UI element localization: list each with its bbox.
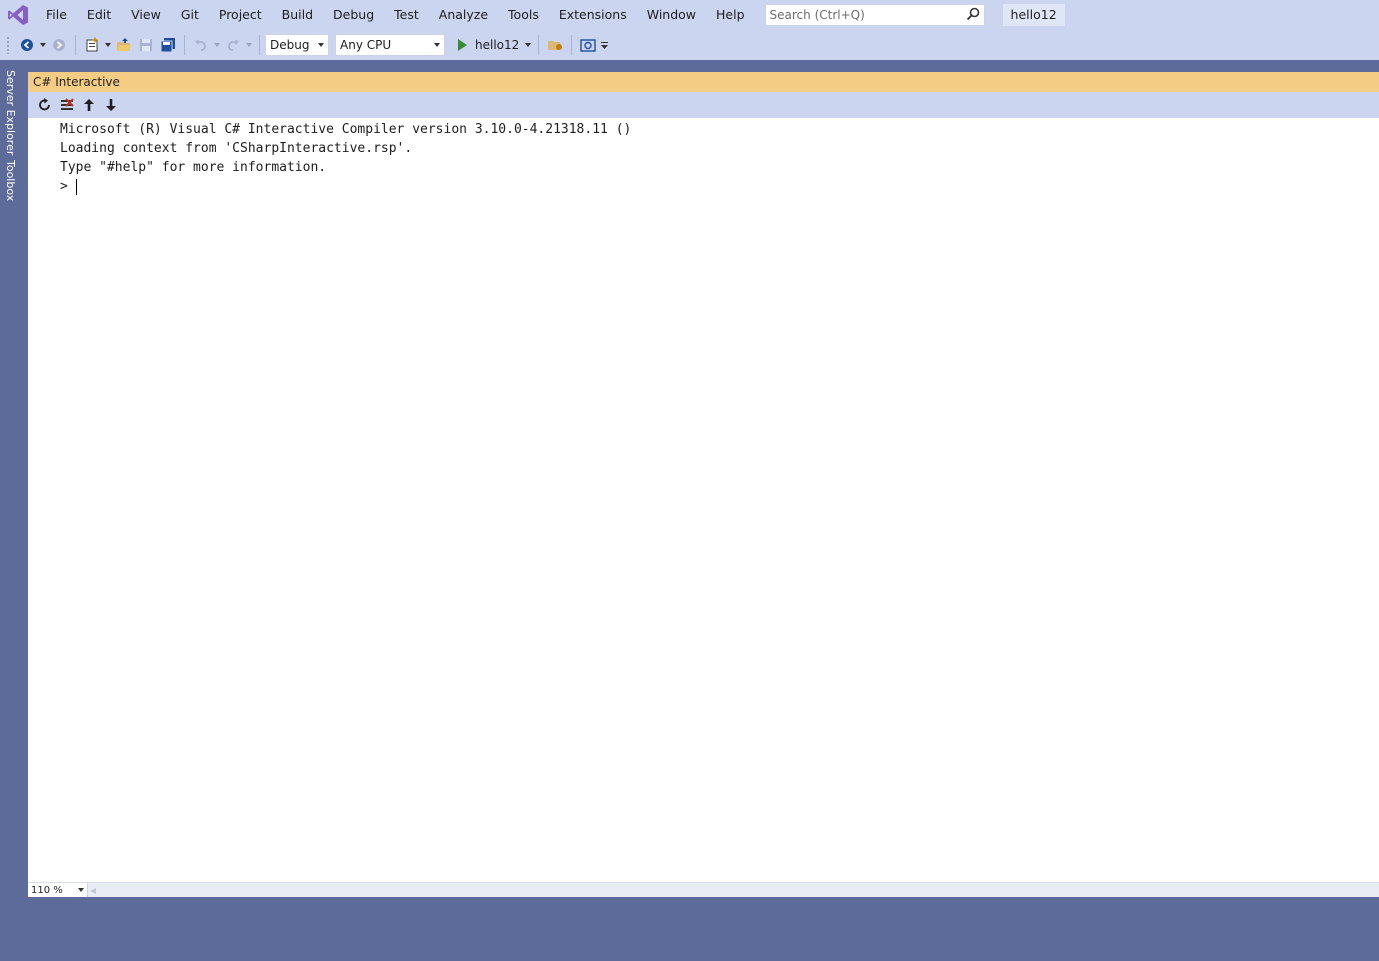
- toolbar-separator: [571, 35, 573, 55]
- solution-platforms-dropdown[interactable]: Any CPU: [335, 34, 445, 56]
- save-all-icon[interactable]: [157, 34, 179, 56]
- search-box[interactable]: [764, 4, 985, 26]
- frame-strip: [0, 60, 1379, 68]
- menu-extensions[interactable]: Extensions: [549, 4, 637, 26]
- search-icon[interactable]: [966, 7, 980, 24]
- start-debugging-button[interactable]: hello12: [451, 34, 523, 56]
- navigate-forward-icon[interactable]: [48, 34, 70, 56]
- reset-icon[interactable]: [34, 94, 56, 116]
- chevron-down-icon[interactable]: [523, 34, 533, 56]
- server-explorer-tab[interactable]: Server Explorer: [4, 70, 17, 155]
- output-line: Microsoft (R) Visual C# Interactive Comp…: [60, 122, 632, 137]
- platform-value: Any CPU: [340, 38, 392, 52]
- left-tool-tabs: Server Explorer Toolbox: [0, 68, 28, 897]
- chevron-down-icon[interactable]: [212, 34, 222, 56]
- open-folder-icon[interactable]: [113, 34, 135, 56]
- solution-name-badge[interactable]: hello12: [1002, 4, 1065, 26]
- menu-view[interactable]: View: [121, 4, 171, 26]
- text-caret: [75, 178, 77, 195]
- zoom-value: 110 %: [31, 884, 63, 896]
- toolbar-overflow-icon[interactable]: [599, 34, 609, 56]
- history-previous-icon[interactable]: [78, 94, 100, 116]
- chevron-down-icon[interactable]: [103, 34, 113, 56]
- toolbar-separator: [184, 35, 185, 55]
- chevron-down-icon: [78, 888, 84, 892]
- navigate-back-icon[interactable]: [16, 34, 38, 56]
- chevron-down-icon: [318, 43, 324, 47]
- menu-bar: File Edit View Git Project Build Debug T…: [0, 0, 1379, 30]
- configuration-value: Debug: [270, 38, 310, 52]
- menu-file[interactable]: File: [36, 4, 77, 26]
- menu-window[interactable]: Window: [637, 4, 706, 26]
- chevron-down-icon[interactable]: [38, 34, 48, 56]
- menu-git[interactable]: Git: [171, 4, 209, 26]
- menu-debug[interactable]: Debug: [323, 4, 384, 26]
- menu-build[interactable]: Build: [272, 4, 323, 26]
- undo-icon[interactable]: [190, 34, 212, 56]
- toolbar-grip[interactable]: [6, 36, 10, 54]
- output-line: Loading context from 'CSharpInteractive.…: [60, 141, 413, 156]
- menu-project[interactable]: Project: [209, 4, 272, 26]
- menu-tools[interactable]: Tools: [498, 4, 549, 26]
- new-project-icon[interactable]: [81, 34, 103, 56]
- search-input[interactable]: [769, 8, 966, 22]
- start-target-label: hello12: [475, 38, 520, 52]
- scroll-left-icon[interactable]: ◀: [88, 883, 98, 897]
- play-icon: [458, 39, 467, 51]
- toolbox-tab[interactable]: Toolbox: [4, 160, 17, 201]
- prompt-symbol: >: [60, 179, 68, 194]
- interactive-editor[interactable]: Microsoft (R) Visual C# Interactive Comp…: [28, 118, 1379, 882]
- standard-toolbar: Debug Any CPU hello12: [0, 30, 1379, 60]
- interactive-toolbar: [28, 92, 1379, 118]
- editor-status-bar: 110 % ◀: [28, 882, 1379, 897]
- menu-test[interactable]: Test: [384, 4, 429, 26]
- menu-edit[interactable]: Edit: [77, 4, 121, 26]
- redo-icon[interactable]: [222, 34, 244, 56]
- output-line: Type "#help" for more information.: [60, 160, 327, 175]
- browse-with-icon[interactable]: [544, 34, 566, 56]
- chevron-down-icon[interactable]: [244, 34, 254, 56]
- toolbar-separator: [538, 35, 540, 55]
- tool-window-title[interactable]: C# Interactive: [28, 72, 1379, 92]
- visual-studio-logo-icon: [0, 0, 36, 30]
- toolbar-separator: [75, 35, 76, 55]
- prompt-line[interactable]: >: [60, 177, 1379, 196]
- empty-dock-area: [0, 897, 1379, 961]
- clear-screen-icon[interactable]: [56, 94, 78, 116]
- zoom-dropdown[interactable]: 110 %: [28, 883, 88, 897]
- chevron-down-icon: [434, 43, 440, 47]
- solution-configurations-dropdown[interactable]: Debug: [265, 34, 329, 56]
- menu-analyze[interactable]: Analyze: [429, 4, 498, 26]
- history-next-icon[interactable]: [100, 94, 122, 116]
- toolbar-separator: [259, 35, 260, 55]
- menu-help[interactable]: Help: [706, 4, 755, 26]
- save-icon[interactable]: [135, 34, 157, 56]
- screenshot-icon[interactable]: [577, 34, 599, 56]
